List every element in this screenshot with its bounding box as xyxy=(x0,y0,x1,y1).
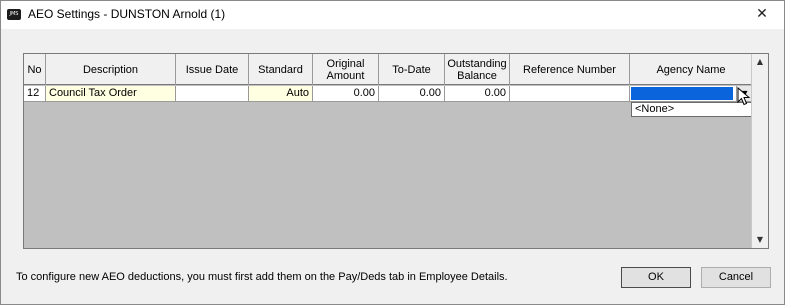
column-header-issue-date[interactable]: Issue Date xyxy=(176,54,249,85)
cell-outstanding-balance[interactable]: 0.00 xyxy=(445,86,510,101)
column-header-original-amount[interactable]: Original Amount xyxy=(313,54,379,85)
cell-standard[interactable]: Auto xyxy=(249,86,313,101)
table-row[interactable]: 12 Council Tax Order Auto 0.00 0.00 0.00… xyxy=(24,86,752,102)
arrow-up-icon[interactable]: ▲ xyxy=(752,54,768,70)
close-icon[interactable]: ✕ xyxy=(740,1,784,29)
cell-issue-date[interactable] xyxy=(176,86,249,101)
cell-description[interactable]: Council Tax Order xyxy=(46,86,176,101)
column-header-description[interactable]: Description xyxy=(46,54,176,85)
ok-button[interactable]: OK xyxy=(621,267,691,288)
column-header-no[interactable]: No xyxy=(24,54,46,85)
dropdown-option-none[interactable]: <None> xyxy=(635,103,751,116)
agency-dropdown-list[interactable]: <None> xyxy=(631,102,752,117)
cell-reference-number[interactable] xyxy=(510,86,630,101)
title-bar: JMS AEO Settings - DUNSTON Arnold (1) ✕ xyxy=(1,1,784,29)
window-title: AEO Settings - DUNSTON Arnold (1) xyxy=(28,7,226,21)
cell-no[interactable]: 12 xyxy=(24,86,46,101)
app-icon: JMS xyxy=(7,9,21,20)
footer-note: To configure new AEO deductions, you mus… xyxy=(16,271,508,283)
arrow-down-icon[interactable]: ▼ xyxy=(752,232,768,248)
aeo-grid: No Description Issue Date Standard Origi… xyxy=(23,53,769,249)
cancel-button[interactable]: Cancel xyxy=(701,267,771,288)
column-header-standard[interactable]: Standard xyxy=(249,54,313,85)
cell-to-date[interactable]: 0.00 xyxy=(379,86,445,101)
mouse-pointer-icon xyxy=(737,87,751,106)
vertical-scrollbar[interactable]: ▲ ▼ xyxy=(751,54,768,248)
agency-name-combobox[interactable]: ▼ xyxy=(630,86,752,101)
cell-original-amount[interactable]: 0.00 xyxy=(313,86,379,101)
column-header-agency-name[interactable]: Agency Name xyxy=(630,54,752,85)
column-header-reference-number[interactable]: Reference Number xyxy=(510,54,630,85)
column-header-outstanding-balance[interactable]: Outstanding Balance xyxy=(445,54,510,85)
grid-header: No Description Issue Date Standard Origi… xyxy=(24,54,752,85)
aeo-settings-dialog: JMS AEO Settings - DUNSTON Arnold (1) ✕ … xyxy=(0,0,785,305)
agency-name-selected[interactable] xyxy=(631,87,733,100)
column-header-to-date[interactable]: To-Date xyxy=(379,54,445,85)
